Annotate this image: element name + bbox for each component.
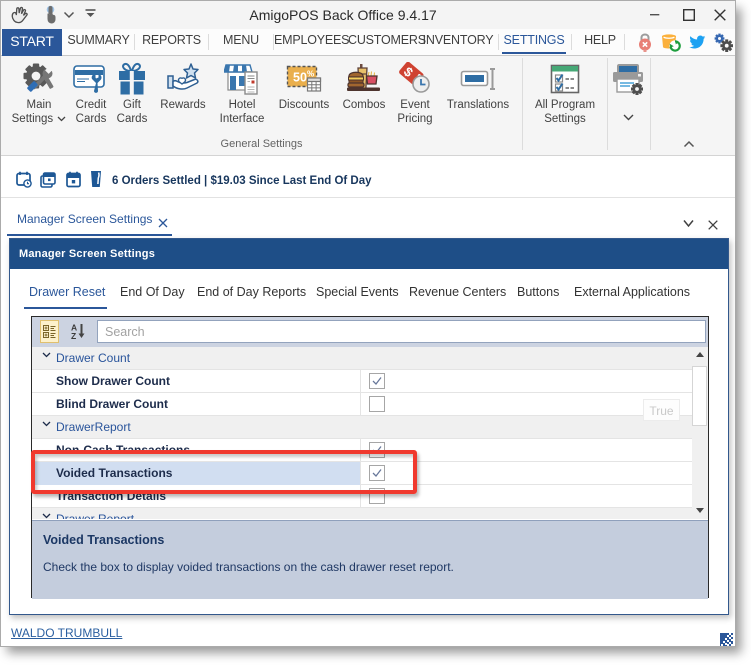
- svg-text:50: 50: [293, 71, 307, 85]
- svg-text:Z: Z: [71, 331, 76, 340]
- svg-text:%: %: [307, 70, 314, 79]
